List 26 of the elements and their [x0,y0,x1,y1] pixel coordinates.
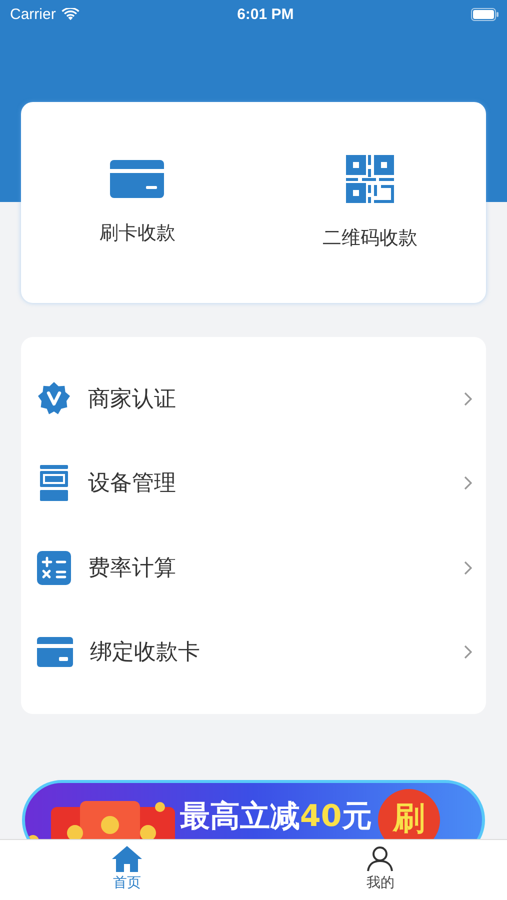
carrier-name: Carrier [10,6,56,22]
promo-text: 最高立减40元 [180,798,372,836]
person-icon [367,846,394,872]
calculator-icon [37,550,71,585]
chevron-right-icon [464,476,472,490]
pos-terminal-icon [40,465,68,502]
card-icon [110,160,164,198]
qr-code-icon [346,154,394,202]
chevron-right-icon [464,392,472,406]
battery-icon [471,8,499,20]
home-icon [112,846,142,872]
wifi-icon [60,8,80,20]
payment-action[interactable]: 刷卡收款 [21,160,254,246]
promo-banner[interactable]: 最高立减40元 刷 [22,780,485,839]
status-time: 6:01 PM [236,6,295,22]
menu-item[interactable]: 设备管理 [21,441,486,526]
chevron-right-icon [464,560,472,575]
menu-item[interactable]: 绑定收款卡 [21,610,486,694]
verified-badge-icon [37,382,71,416]
card-icon [37,636,73,667]
tab-item[interactable]: 首页 [0,840,254,900]
menu-item[interactable]: 费率计算 [21,526,486,610]
chevron-right-icon [464,644,472,659]
tab-item[interactable]: 我的 [254,840,507,900]
menu-item[interactable]: 商家认证 [21,357,486,442]
payment-action[interactable]: 二维码收款 [254,154,486,250]
